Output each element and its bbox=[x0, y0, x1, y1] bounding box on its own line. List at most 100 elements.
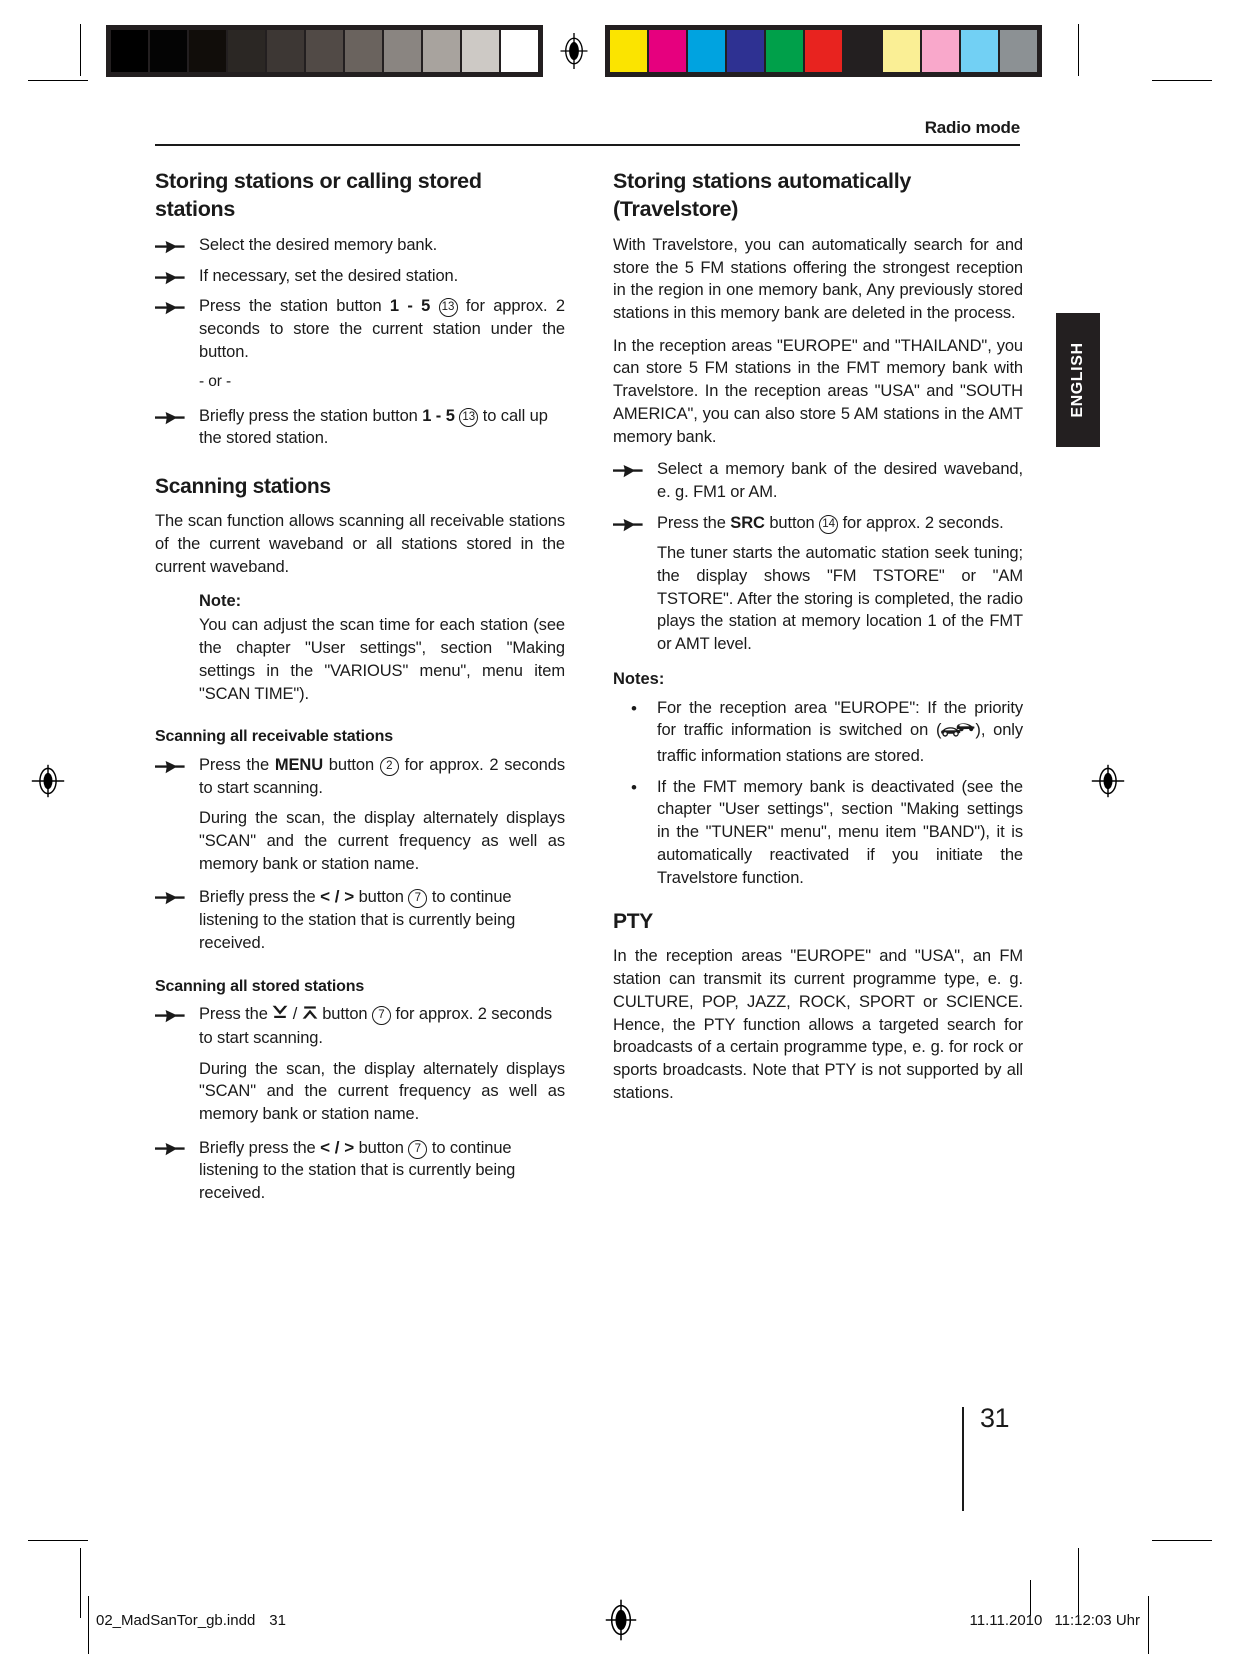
imposition-filename: 02_MadSanTor_gb.indd bbox=[96, 1611, 256, 1629]
step-text: Select a memory bank of the desired wave… bbox=[657, 460, 1023, 501]
step-prefix: Press the bbox=[199, 756, 275, 775]
color-swatch-4 bbox=[766, 30, 803, 72]
step-text: Press the SRC button 14 for approx. 2 se… bbox=[657, 512, 1023, 535]
heading-storing-stations: Storing stations or calling stored stati… bbox=[155, 169, 482, 221]
page-title: Radio mode bbox=[924, 118, 1020, 137]
src-detail-text: The tuner starts the automatic station s… bbox=[657, 544, 1023, 654]
travelstore-para-2: In the reception areas "EUROPE" and "THA… bbox=[613, 336, 1023, 446]
imposition-page: 31 bbox=[269, 1611, 286, 1629]
heading-scanning-stored: Scanning all stored stations bbox=[155, 977, 365, 995]
grayscale-swatch-9 bbox=[462, 30, 499, 72]
heading-pty: PTY bbox=[613, 910, 653, 934]
step-briefly-press-seek-button-2: Briefly press the < / > button 7 to cont… bbox=[155, 1136, 565, 1205]
button-label-menu: MENU bbox=[274, 756, 324, 775]
grayscale-swatch-4 bbox=[267, 30, 304, 72]
color-swatch-10 bbox=[1000, 30, 1037, 72]
grayscale-swatch-2 bbox=[189, 30, 226, 72]
right-column: Storing stations automatically (Travelst… bbox=[613, 168, 1023, 1213]
crop-mark-bot-left-h bbox=[28, 1540, 88, 1541]
crop-mark-top-right-v bbox=[1078, 24, 1079, 76]
note-item-fmt-deactivated: • If the FMT memory bank is deactivated … bbox=[625, 776, 1023, 889]
ref-number-7: 7 bbox=[408, 1139, 428, 1159]
color-swatch-3 bbox=[727, 30, 764, 72]
step-text: Press the / button 7 for approx. 2 secon… bbox=[199, 1003, 565, 1049]
step-suffix: for approx. 2 seconds. bbox=[838, 513, 1004, 532]
color-swatch-9 bbox=[961, 30, 998, 72]
step-set-desired-station: If necessary, set the desired station. bbox=[155, 265, 565, 288]
step-select-waveband-bank: Select a memory bank of the desired wave… bbox=[613, 458, 1023, 503]
glyph-separator: / bbox=[288, 1005, 302, 1024]
stored-detail-text: During the scan, the display alternately… bbox=[199, 1059, 565, 1123]
ref-number-13: 13 bbox=[438, 298, 458, 318]
grayscale-swatch-7 bbox=[384, 30, 421, 72]
step-press-menu-button: Press the MENU button 2 for approx. 2 se… bbox=[155, 754, 565, 799]
note-body: You can adjust the scan time for each st… bbox=[199, 616, 565, 703]
step-select-memory-bank: Select the desired memory bank. bbox=[155, 234, 565, 257]
pty-body-text: In the reception areas "EUROPE" and "USA… bbox=[613, 947, 1023, 1102]
hand-pointer-icon bbox=[155, 754, 199, 775]
page-number-block: 31 bbox=[962, 1403, 1010, 1511]
notes-block-travelstore: Notes: • For the reception area "EUROPE"… bbox=[613, 670, 1023, 890]
imposition-time: 11:12:03 Uhr bbox=[1054, 1611, 1140, 1629]
step-text: Select the desired memory bank. bbox=[199, 236, 438, 255]
color-swatch-7 bbox=[883, 30, 920, 72]
hand-pointer-icon bbox=[155, 885, 199, 906]
step-press-station-button: Press the station button 1 - 5 13 for ap… bbox=[155, 295, 565, 363]
step-mid: button bbox=[323, 756, 380, 775]
step-mid: button bbox=[354, 888, 409, 907]
grayscale-swatch-8 bbox=[423, 30, 460, 72]
hand-pointer-icon bbox=[155, 234, 199, 255]
step-briefly-press-seek-button-1: Briefly press the < / > button 7 to cont… bbox=[155, 885, 565, 954]
color-swatch-6 bbox=[844, 30, 881, 72]
running-header: Radio mode bbox=[155, 118, 1020, 146]
grayscale-swatch-5 bbox=[306, 30, 343, 72]
ref-number-13: 13 bbox=[459, 407, 479, 427]
registration-mark-icon bbox=[605, 1599, 637, 1641]
step-prefix: Briefly press the bbox=[199, 888, 321, 907]
body-columns: Storing stations or calling stored stati… bbox=[155, 168, 1023, 1213]
page-number: 31 bbox=[980, 1403, 1010, 1433]
color-swatch-5 bbox=[805, 30, 842, 72]
hand-pointer-icon bbox=[613, 458, 657, 479]
grayscale-swatch-1 bbox=[150, 30, 187, 72]
language-tab-english: ENGLISH bbox=[1056, 313, 1100, 447]
receivable-detail-text: During the scan, the display alternately… bbox=[199, 809, 565, 873]
step-mid: button bbox=[764, 513, 820, 532]
hand-pointer-icon bbox=[613, 512, 657, 533]
button-label-station: 1 - 5 bbox=[422, 406, 455, 425]
crop-mark-top-right-h bbox=[1152, 80, 1212, 81]
hand-pointer-icon bbox=[155, 265, 199, 286]
crop-mark-top-left-v bbox=[80, 24, 81, 76]
registration-mark-left-icon bbox=[31, 764, 65, 798]
ref-number-7: 7 bbox=[372, 1006, 391, 1026]
step-prefix: Briefly press the bbox=[199, 1138, 321, 1157]
language-tab-label: ENGLISH bbox=[1069, 342, 1086, 418]
travelstore-para-1: With Travelstore, you can automatically … bbox=[613, 236, 1023, 323]
up-arrow-bar-icon bbox=[302, 1005, 318, 1027]
heading-scanning-receivable: Scanning all receivable stations bbox=[155, 728, 393, 746]
heading-travelstore: Storing stations automatically (Travelst… bbox=[613, 169, 912, 221]
step-text: Briefly press the station button 1 - 5 1… bbox=[199, 405, 565, 450]
note-item-text: For the reception area "EUROPE": If the … bbox=[657, 697, 1023, 768]
step-press-updown-button: Press the / button 7 for approx. 2 secon… bbox=[155, 1003, 565, 1049]
ref-number-7: 7 bbox=[408, 889, 428, 909]
note-item-europe-traffic: • For the reception area "EUROPE": If th… bbox=[625, 697, 1023, 768]
step-prefix: Press the station button bbox=[199, 297, 390, 316]
imposition-filename-block: 02_MadSanTor_gb.indd 31 bbox=[86, 1612, 556, 1629]
grayscale-swatch-6 bbox=[345, 30, 382, 72]
hand-pointer-icon bbox=[155, 1136, 199, 1157]
hand-pointer-icon bbox=[155, 405, 199, 426]
registration-mark-icon bbox=[560, 33, 588, 69]
hand-pointer-icon bbox=[155, 1003, 199, 1024]
note-title: Note: bbox=[199, 592, 242, 611]
down-arrow-bar-icon bbox=[272, 1005, 288, 1027]
step-text: Press the MENU button 2 for approx. 2 se… bbox=[199, 754, 565, 799]
step-prefix: Press the bbox=[657, 513, 731, 532]
step-text: If necessary, set the desired station. bbox=[199, 266, 459, 285]
notes-title: Notes: bbox=[613, 669, 665, 688]
step-prefix: Press the bbox=[199, 1005, 273, 1024]
left-right-seek-arrows-icon: < / > bbox=[320, 1137, 355, 1157]
hand-pointer-icon bbox=[155, 295, 199, 316]
note-block-scan-time: Note: You can adjust the scan time for e… bbox=[199, 592, 565, 705]
prepress-calibration-strip bbox=[106, 25, 1042, 77]
